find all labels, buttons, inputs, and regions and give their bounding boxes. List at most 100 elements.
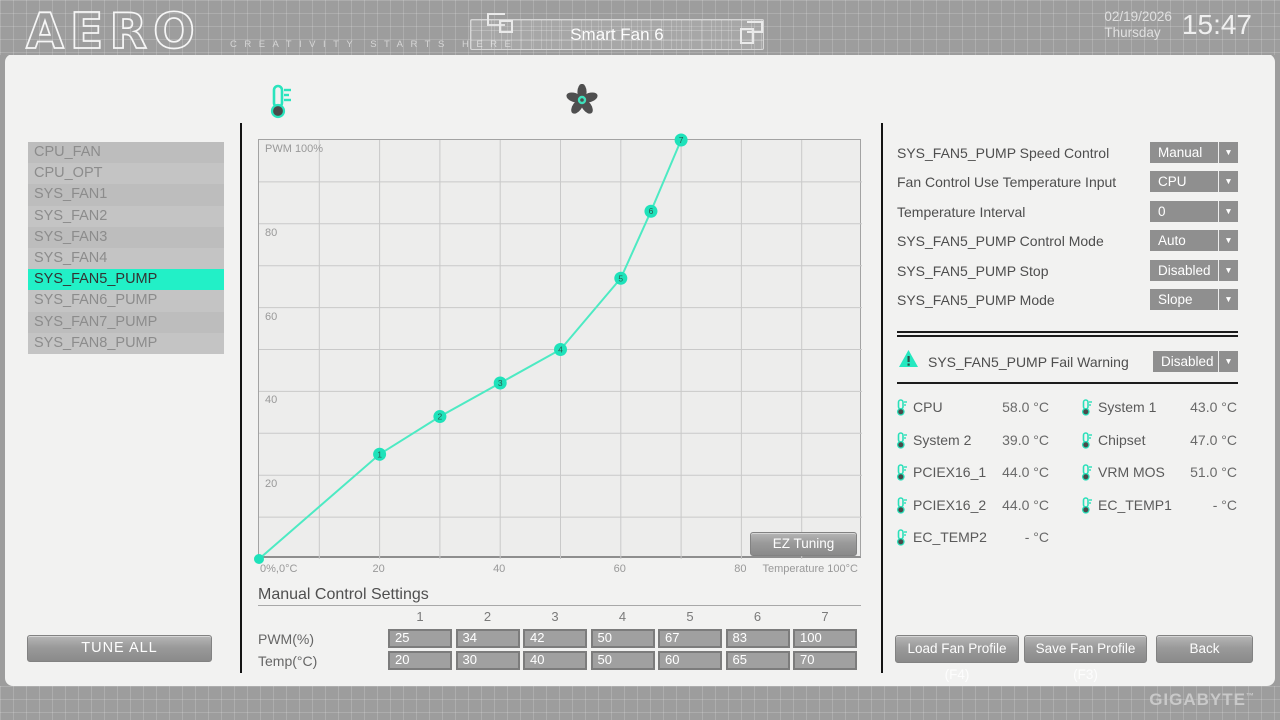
sensor-value: 44.0 °C <box>1002 464 1049 481</box>
divider-left <box>240 123 242 673</box>
manual-cell[interactable]: 60 <box>658 651 722 670</box>
chevron-down-icon: ▼ <box>1218 351 1238 372</box>
fan-list-item[interactable]: SYS_FAN4 <box>28 248 224 269</box>
chart-xtick: 40 <box>484 563 514 575</box>
setting-value: Manual <box>1150 145 1218 160</box>
setting-label: SYS_FAN5_PUMP Mode <box>897 292 1055 308</box>
manual-cell[interactable]: 34 <box>456 629 520 648</box>
manual-cell[interactable]: 20 <box>388 651 452 670</box>
aero-logo: AERO <box>24 2 224 54</box>
setting-label: Fan Control Use Temperature Input <box>897 174 1116 190</box>
fan-list-item[interactable]: SYS_FAN8_PUMP <box>28 333 224 354</box>
decor-bracket-left-2 <box>499 20 513 33</box>
chart-xtick: 60 <box>605 563 635 575</box>
setting-label: SYS_FAN5_PUMP Speed Control <box>897 145 1109 161</box>
fan-list-item[interactable]: SYS_FAN7_PUMP <box>28 312 224 333</box>
curve-point-number: 1 <box>377 449 382 459</box>
sensor-row: PCIEX16_1 44.0 °C <box>895 463 1049 481</box>
manual-row-label: PWM(%) <box>258 631 314 647</box>
thermometer-mini-icon <box>1080 432 1092 449</box>
setting-dropdown[interactable]: Disabled▼ <box>1150 260 1238 281</box>
manual-cell[interactable]: 50 <box>591 651 655 670</box>
setting-dropdown[interactable]: Slope▼ <box>1150 289 1238 310</box>
sensor-value: - °C <box>1025 529 1049 546</box>
sensor-row: PCIEX16_244.0 °C <box>895 496 1049 514</box>
manual-column-header: 2 <box>456 609 520 624</box>
chart-xaxis-label: Temperature 100°C <box>728 563 858 575</box>
manual-column-header: 3 <box>523 609 587 624</box>
setting-dropdown[interactable]: 0▼ <box>1150 201 1238 222</box>
smart-fan-screen: AERO CREATIVITY STARTS HERE Smart Fan 6 … <box>0 0 1280 720</box>
fan-curve-svg: 1234567 <box>259 140 862 559</box>
fan-list-item[interactable]: SYS_FAN2 <box>28 206 224 227</box>
setting-dropdown[interactable]: Auto▼ <box>1150 230 1238 251</box>
sensor-name: System 1 <box>1098 399 1156 416</box>
thermometer-mini-icon <box>1080 399 1092 416</box>
chart-ytick: 20 <box>265 478 277 490</box>
page-title: Smart Fan 6 <box>470 19 764 50</box>
ez-tuning-button[interactable]: EZ Tuning <box>750 532 857 556</box>
profile-buttons: Load Fan Profile (F4)Save Fan Profile (F… <box>895 635 1255 663</box>
fail-warning-dropdown[interactable]: Disabled ▼ <box>1153 351 1238 372</box>
fan-list-item[interactable]: SYS_FAN1 <box>28 184 224 205</box>
chevron-down-icon: ▼ <box>1218 289 1238 310</box>
sensor-row: Chipset 47.0 °C <box>1080 431 1237 449</box>
fail-warning-label: SYS_FAN5_PUMP Fail Warning <box>928 354 1129 370</box>
thermometer-mini-icon <box>895 464 907 481</box>
fan-list-item[interactable]: CPU_OPT <box>28 163 224 184</box>
setting-row: SYS_FAN5_PUMP Mode Slope▼ <box>897 289 1238 310</box>
warning-icon <box>898 349 919 368</box>
tune-all-button[interactable]: TUNE ALL <box>27 635 212 662</box>
manual-control-settings: Manual Control Settings 1234567PWM(%)253… <box>258 586 861 676</box>
manual-cell[interactable]: 100 <box>793 629 857 648</box>
setting-row: Fan Control Use Temperature Input CPU▼ <box>897 171 1238 192</box>
manual-cell[interactable]: 50 <box>591 629 655 648</box>
thermometer-mini-icon <box>895 497 907 514</box>
fan-list-item[interactable]: CPU_FAN <box>28 142 224 163</box>
sensor-value: 51.0 °C <box>1190 464 1237 481</box>
manual-cell[interactable]: 25 <box>388 629 452 648</box>
manual-cell[interactable]: 67 <box>658 629 722 648</box>
sensor-name: Chipset <box>1098 432 1145 449</box>
manual-cell[interactable]: 83 <box>726 629 790 648</box>
fan-list-item[interactable]: SYS_FAN3 <box>28 227 224 248</box>
curve-point-number: 6 <box>649 206 654 216</box>
sensor-value: 39.0 °C <box>1002 432 1049 449</box>
thermometer-mini-icon <box>895 529 907 546</box>
manual-cell[interactable]: 42 <box>523 629 587 648</box>
setting-dropdown[interactable]: Manual▼ <box>1150 142 1238 163</box>
chevron-down-icon: ▼ <box>1218 230 1238 251</box>
manual-row-label: Temp(°C) <box>258 653 317 669</box>
setting-value: 0 <box>1150 204 1218 219</box>
sensor-row: EC_TEMP1- °C <box>1080 496 1237 514</box>
setting-dropdown[interactable]: CPU▼ <box>1150 171 1238 192</box>
manual-control-title: Manual Control Settings <box>258 586 861 604</box>
fan-list-item[interactable]: SYS_FAN6_PUMP <box>28 290 224 311</box>
chart-xtick: 20 <box>364 563 394 575</box>
chart-ytick: 80 <box>265 227 277 239</box>
sensor-name: PCIEX16_1 <box>913 464 986 481</box>
manual-cell[interactable]: 65 <box>726 651 790 670</box>
chevron-down-icon: ▼ <box>1218 260 1238 281</box>
sensor-name: EC_TEMP2 <box>913 529 987 546</box>
header-bar: AERO CREATIVITY STARTS HERE Smart Fan 6 … <box>0 0 1280 55</box>
manual-cell[interactable]: 30 <box>456 651 520 670</box>
setting-label: SYS_FAN5_PUMP Stop <box>897 263 1048 279</box>
manual-cell[interactable]: 40 <box>523 651 587 670</box>
fail-warning-top-rule <box>897 331 1238 333</box>
save-fan-profile-button[interactable]: Save Fan Profile (F3) <box>1024 635 1147 663</box>
back-button[interactable]: Back <box>1156 635 1253 663</box>
setting-value: Auto <box>1150 233 1218 248</box>
load-fan-profile-button[interactable]: Load Fan Profile (F4) <box>895 635 1019 663</box>
fan-curve-chart[interactable]: 1234567 PWM 100%80604020 <box>258 139 861 558</box>
sensor-name: System 2 <box>913 432 971 449</box>
sensor-row: System 2 39.0 °C <box>895 431 1049 449</box>
sensor-value: 47.0 °C <box>1190 432 1237 449</box>
thermometer-mini-icon <box>895 432 907 449</box>
fan-list-item[interactable]: SYS_FAN5_PUMP <box>28 269 224 290</box>
manual-cell[interactable]: 70 <box>793 651 857 670</box>
curve-point-number: 5 <box>618 273 623 283</box>
chart-ytick: 40 <box>265 394 277 406</box>
chevron-down-icon: ▼ <box>1218 142 1238 163</box>
sensor-row: System 143.0 °C <box>1080 398 1237 416</box>
